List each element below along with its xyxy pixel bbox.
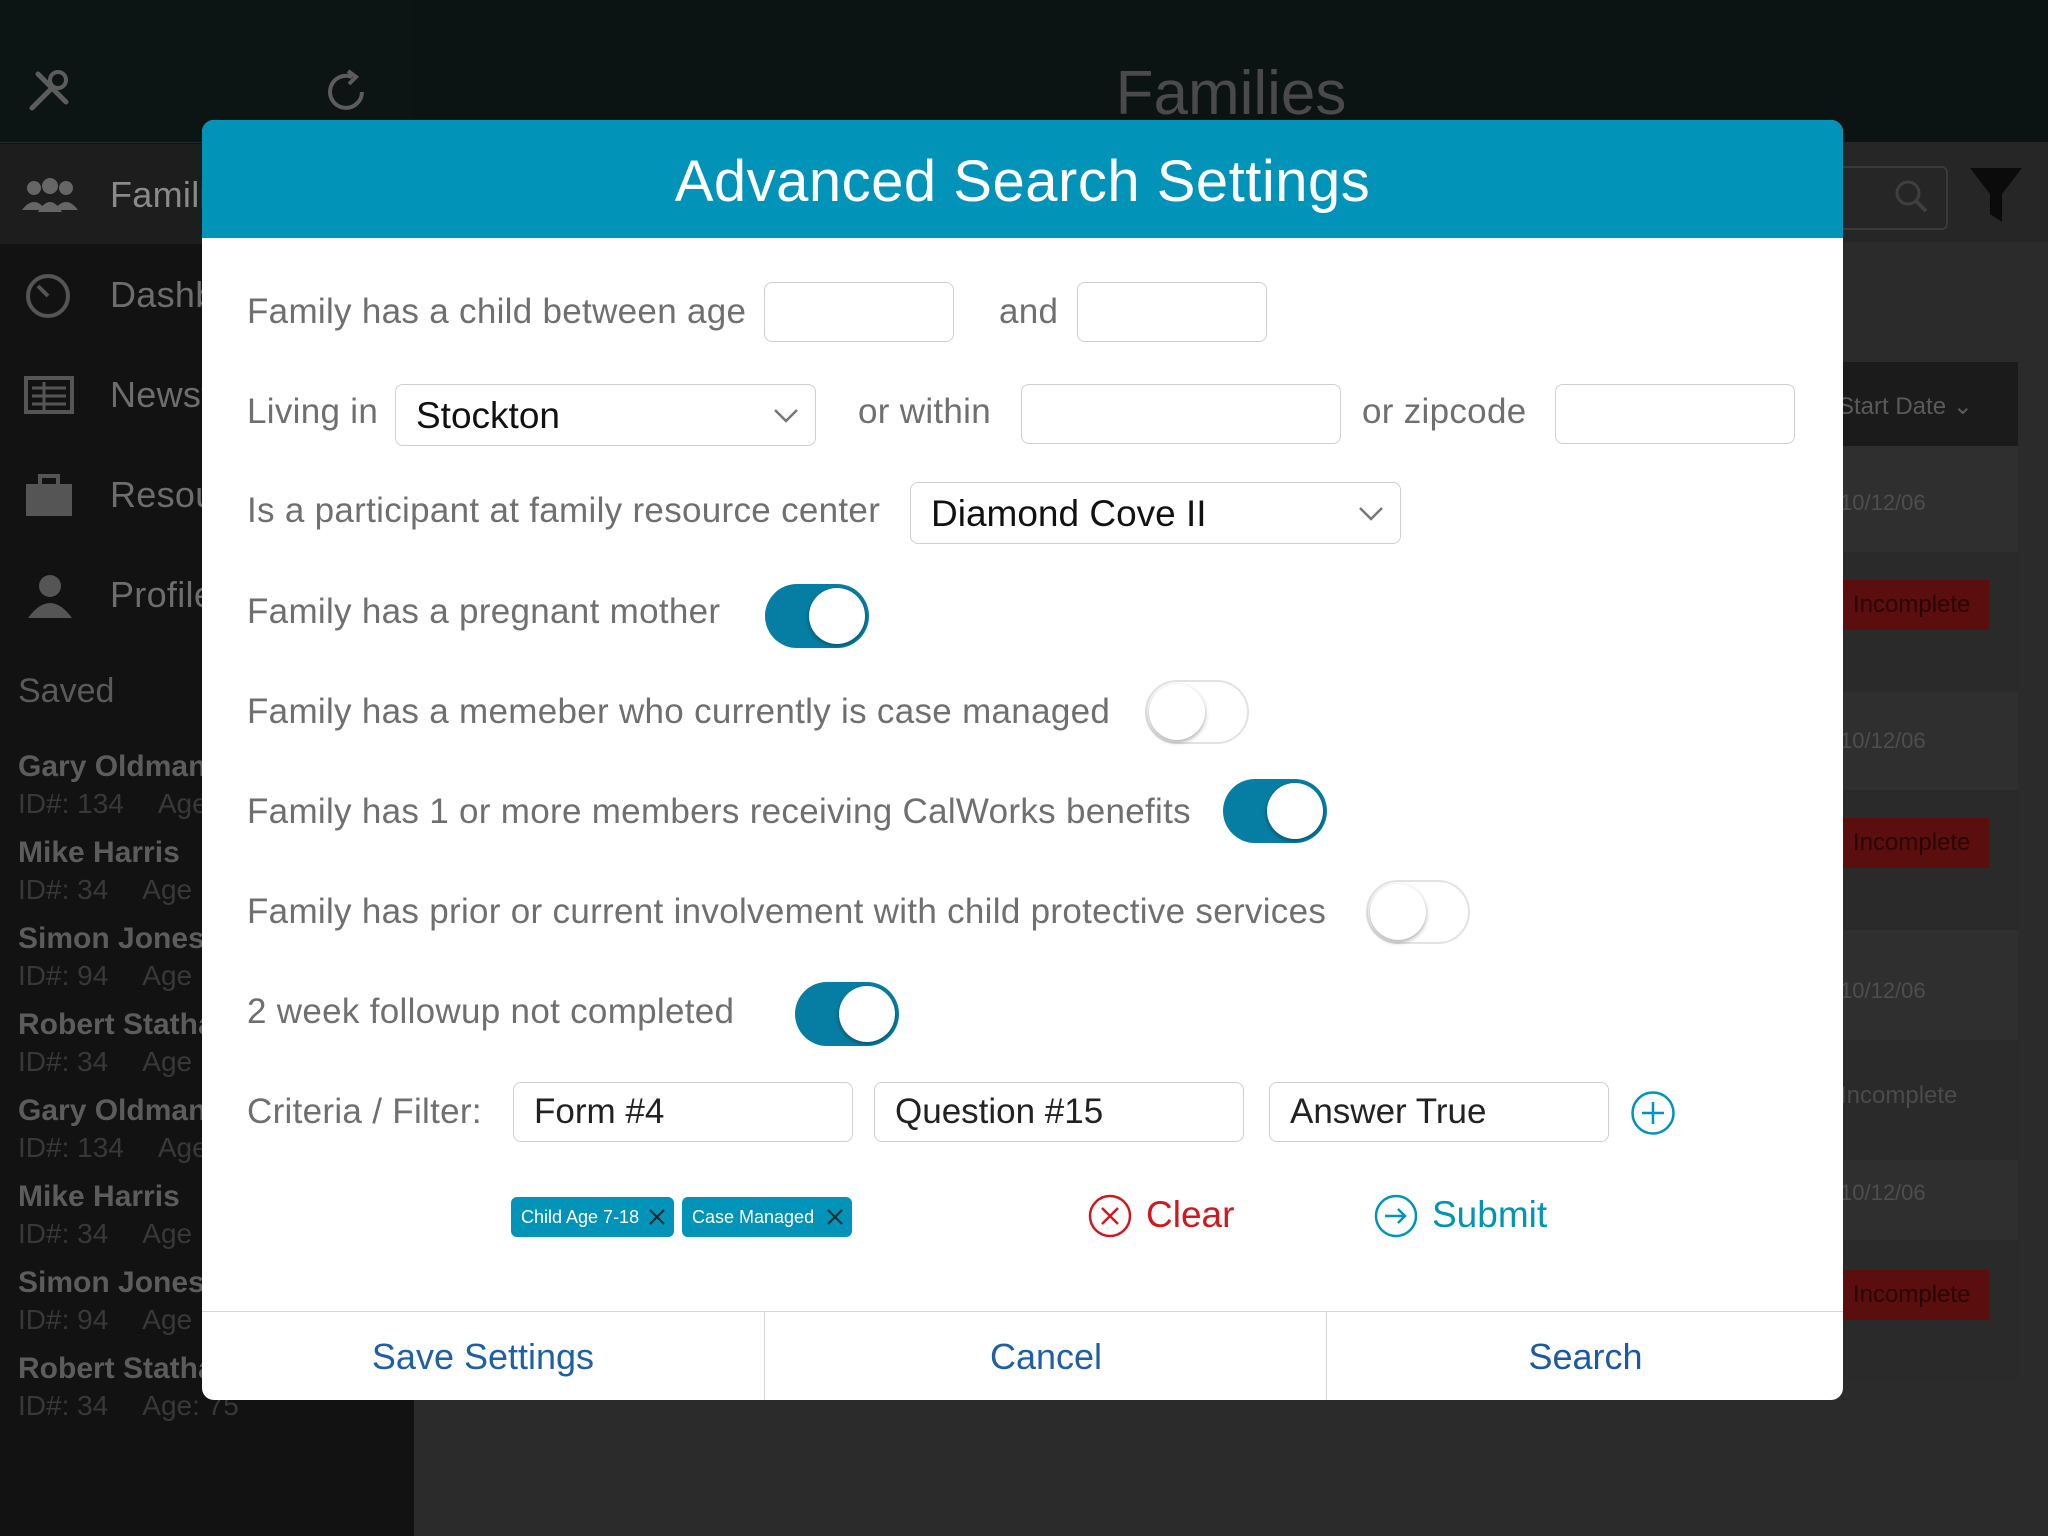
filter-chip[interactable]: Case Managed — [682, 1197, 852, 1237]
age-min-input[interactable] — [764, 282, 954, 342]
age-label: Family has a child between age — [247, 292, 747, 331]
search-button[interactable]: Search — [1326, 1312, 1843, 1400]
city-dropdown[interactable]: Stockton — [395, 384, 816, 446]
calworks-toggle[interactable] — [1223, 779, 1327, 843]
saved-item-id: ID#: 34 — [18, 1390, 109, 1421]
dashboard-icon — [26, 274, 70, 318]
cps-label: Family has prior or current involvement … — [247, 892, 1327, 931]
living-in-label: Living in — [247, 392, 379, 431]
and-label: and — [999, 292, 1059, 331]
filter-chip-label: Child Age 7-18 — [521, 1207, 640, 1227]
cancel-button[interactable]: Cancel — [764, 1312, 1327, 1400]
saved-item-id: ID#: 134 — [18, 1132, 124, 1163]
saved-heading: Saved — [18, 672, 115, 710]
resource-center-dropdown[interactable]: Diamond Cove II — [910, 482, 1401, 544]
toggle-knob — [1370, 884, 1426, 940]
chevron-down-icon — [1359, 507, 1383, 521]
within-input[interactable] — [1021, 384, 1341, 444]
tools-icon[interactable] — [26, 68, 72, 114]
toggle-knob — [839, 986, 895, 1042]
saved-item-age: Age — [157, 788, 208, 819]
submit-button[interactable]: Submit — [1374, 1194, 1564, 1244]
saved-item-id: ID#: 94 — [18, 960, 109, 991]
status-badge: Incomplete — [1843, 1270, 1989, 1320]
modal-header: Advanced Search Settings — [202, 120, 1843, 238]
save-settings-button[interactable]: Save Settings — [202, 1312, 764, 1400]
briefcase-icon — [26, 474, 72, 516]
toggle-knob — [1267, 783, 1323, 839]
row-date: 10/12/06 — [1840, 978, 1926, 1003]
status-badge: Incomplete — [1843, 580, 1989, 630]
zipcode-label: or zipcode — [1362, 392, 1527, 431]
pregnant-mother-toggle[interactable] — [765, 584, 869, 648]
saved-item-id: ID#: 134 — [18, 788, 124, 819]
saved-item-id: ID#: 34 — [18, 874, 109, 905]
row-date: 10/12/06 — [1840, 1180, 1926, 1205]
cps-toggle[interactable] — [1366, 880, 1470, 944]
calworks-label: Family has 1 or more members receiving C… — [247, 792, 1191, 831]
saved-item-id: ID#: 94 — [18, 1304, 109, 1335]
chevron-down-icon — [774, 409, 798, 423]
refresh-icon[interactable] — [322, 68, 370, 116]
modal-title: Advanced Search Settings — [674, 149, 1371, 214]
close-icon[interactable] — [648, 1208, 666, 1226]
status-text: Incomplete — [1840, 1082, 1958, 1109]
saved-item-age: Age — [142, 1218, 193, 1249]
saved-item-age: Age — [142, 960, 193, 991]
clear-button[interactable]: Clear — [1088, 1194, 1248, 1244]
submit-label: Submit — [1432, 1194, 1548, 1235]
resource-center-value: Diamond Cove II — [931, 493, 1207, 534]
row-date: 10/12/06 — [1840, 490, 1926, 515]
case-managed-toggle[interactable] — [1145, 680, 1249, 744]
filter-chip[interactable]: Child Age 7-18 — [511, 1197, 674, 1237]
city-value: Stockton — [416, 395, 560, 436]
criteria-label: Criteria / Filter: — [247, 1092, 482, 1131]
within-label: or within — [858, 392, 992, 431]
start-date-header[interactable]: Start Date ⌄ — [1838, 392, 1973, 421]
arrow-right-icon — [1374, 1194, 1418, 1238]
add-criteria-icon[interactable] — [1630, 1090, 1676, 1136]
pregnant-mother-label: Family has a pregnant mother — [247, 592, 721, 631]
page-title: Families — [1115, 59, 1347, 128]
followup-label: 2 week followup not completed — [247, 992, 735, 1031]
saved-item-id: ID#: 34 — [18, 1046, 109, 1077]
news-icon — [24, 376, 74, 414]
filter-icon[interactable] — [1968, 166, 2024, 224]
sidebar-item-label: Profile — [110, 574, 215, 615]
modal-footer: Save Settings Cancel Search — [202, 1311, 1843, 1400]
saved-item-age: Age — [142, 1046, 193, 1077]
zipcode-input[interactable] — [1555, 384, 1795, 444]
age-max-input[interactable] — [1077, 282, 1267, 342]
toggle-knob — [809, 588, 865, 644]
saved-item-age: Age — [142, 1304, 193, 1335]
filter-chip-label: Case Managed — [692, 1207, 815, 1227]
saved-item-age: Age — [142, 874, 193, 905]
toggle-knob — [1149, 684, 1205, 740]
criteria-form-input[interactable] — [513, 1082, 853, 1142]
row-date: 10/12/06 — [1840, 728, 1926, 753]
criteria-question-input[interactable] — [874, 1082, 1244, 1142]
followup-toggle[interactable] — [795, 982, 899, 1046]
case-managed-label: Family has a memeber who currently is ca… — [247, 692, 1111, 731]
search-icon — [1895, 180, 1928, 213]
advanced-search-modal: Advanced Search Settings Family has a ch… — [202, 120, 1843, 1400]
resource-center-label: Is a participant at family resource cent… — [247, 491, 881, 530]
status-badge: Incomplete — [1843, 818, 1989, 868]
person-icon — [28, 575, 72, 618]
close-icon[interactable] — [826, 1208, 844, 1226]
clear-label: Clear — [1146, 1194, 1235, 1235]
clear-icon — [1088, 1194, 1132, 1238]
criteria-answer-input[interactable] — [1269, 1082, 1609, 1142]
people-icon — [22, 178, 78, 212]
saved-item-id: ID#: 34 — [18, 1218, 109, 1249]
saved-item-age: Age — [157, 1132, 208, 1163]
